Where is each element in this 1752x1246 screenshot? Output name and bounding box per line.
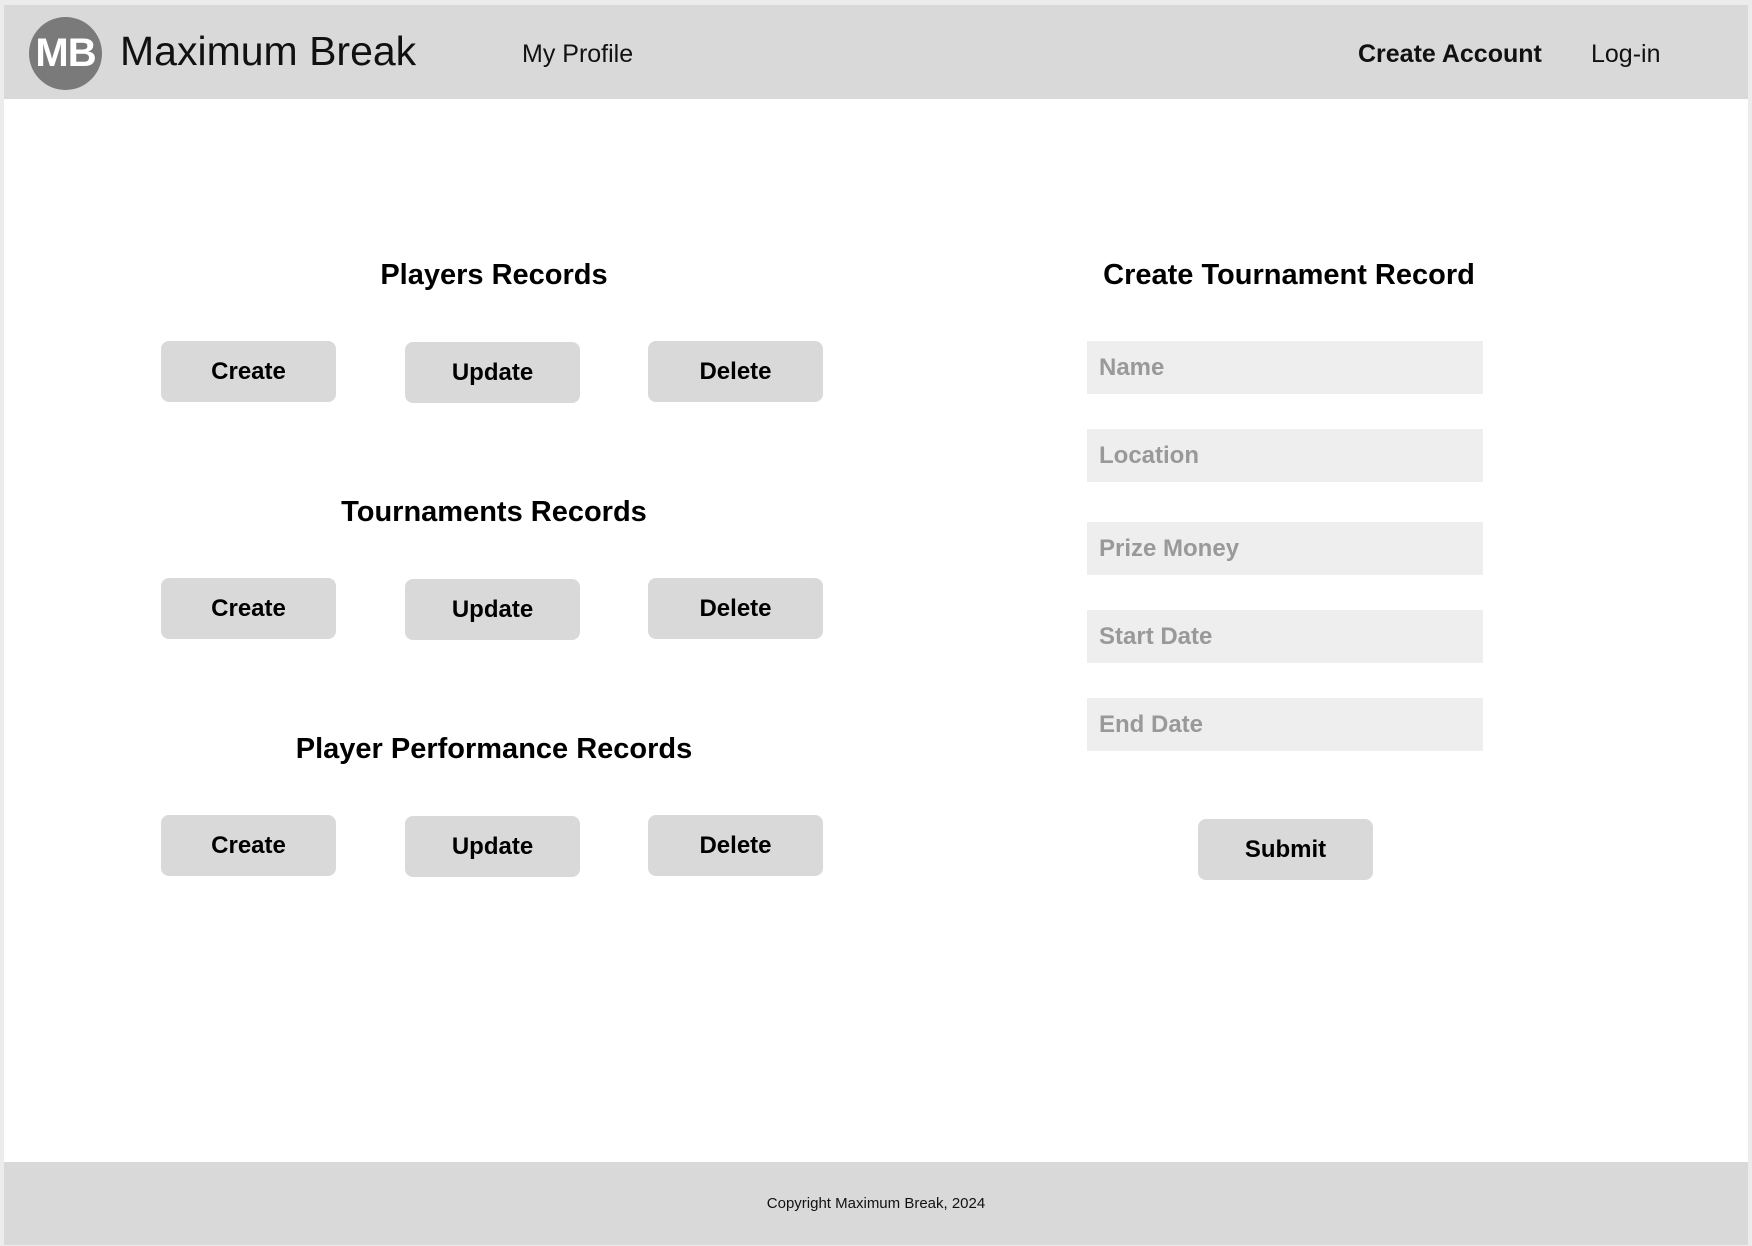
tournaments-delete-button[interactable]: Delete: [648, 578, 823, 639]
players-create-button[interactable]: Create: [161, 341, 336, 402]
footer-copyright: Copyright Maximum Break, 2024: [766, 1195, 986, 1212]
players-delete-button[interactable]: Delete: [648, 341, 823, 402]
brand-name[interactable]: Maximum Break: [120, 27, 416, 75]
nav-my-profile-link[interactable]: My Profile: [522, 39, 633, 69]
tournaments-create-button[interactable]: Create: [161, 578, 336, 639]
tournament-start-date-input[interactable]: [1087, 610, 1483, 663]
page-frame: MB Maximum Break My Profile Create Accou…: [4, 5, 1748, 1245]
performance-update-button[interactable]: Update: [405, 816, 580, 877]
nav-login-link[interactable]: Log-in: [1591, 39, 1661, 69]
tournament-prize-money-input[interactable]: [1087, 522, 1483, 575]
top-navbar: MB Maximum Break My Profile Create Accou…: [4, 5, 1748, 99]
performance-records-title: Player Performance Records: [295, 733, 693, 765]
footer: Copyright Maximum Break, 2024: [4, 1162, 1748, 1245]
players-records-title: Players Records: [380, 259, 608, 291]
performance-create-button[interactable]: Create: [161, 815, 336, 876]
tournament-name-input[interactable]: [1087, 341, 1483, 394]
tournament-end-date-input[interactable]: [1087, 698, 1483, 751]
create-tournament-form-title: Create Tournament Record: [1103, 259, 1475, 291]
tournament-location-input[interactable]: [1087, 429, 1483, 482]
submit-button[interactable]: Submit: [1198, 819, 1373, 880]
players-update-button[interactable]: Update: [405, 342, 580, 403]
logo-badge[interactable]: MB: [29, 17, 102, 90]
tournaments-update-button[interactable]: Update: [405, 579, 580, 640]
performance-delete-button[interactable]: Delete: [648, 815, 823, 876]
tournaments-records-title: Tournaments Records: [341, 496, 647, 528]
nav-create-account-link[interactable]: Create Account: [1358, 39, 1542, 69]
